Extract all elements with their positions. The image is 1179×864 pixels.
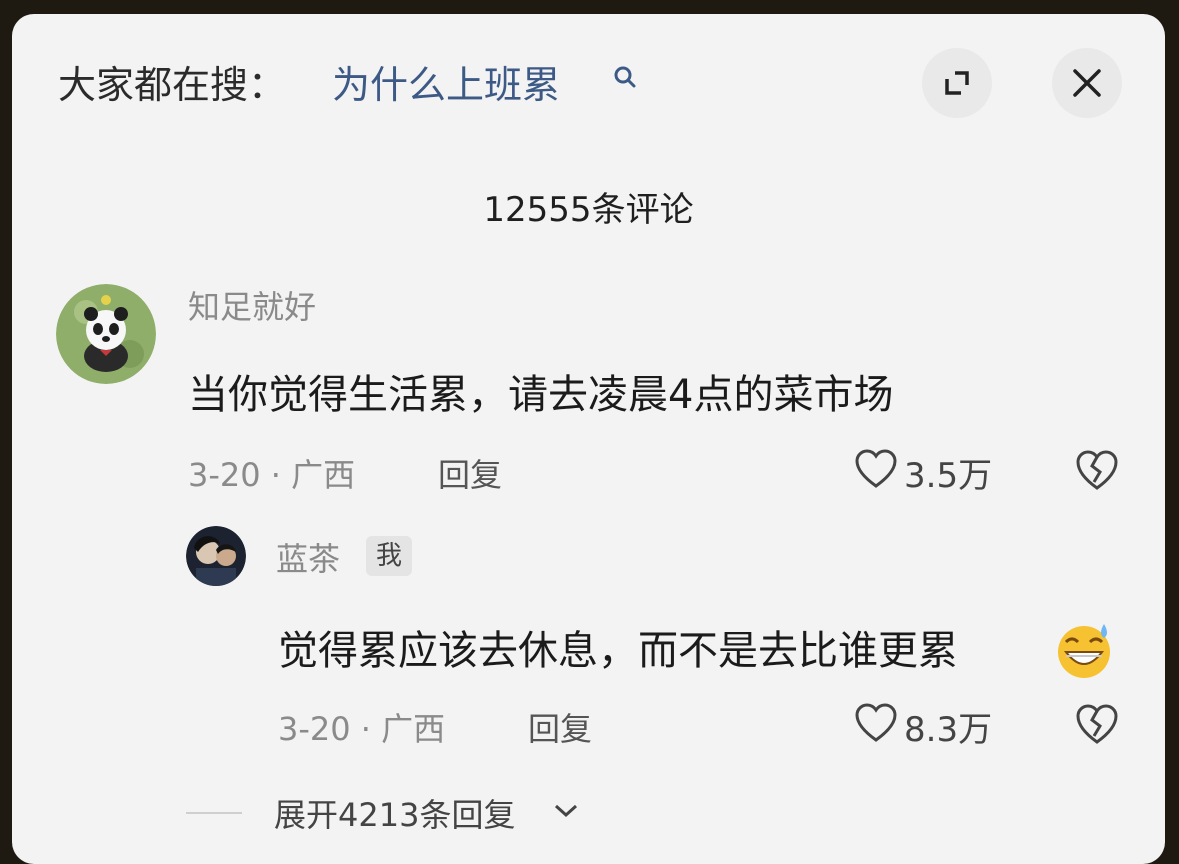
grinning-sweat-emoji — [1058, 624, 1110, 678]
search-suggestion-link[interactable]: 为什么上班累 — [332, 54, 560, 109]
search-suggestion-prefix: 大家都在搜： — [58, 63, 287, 107]
reply-text: 觉得累应该去休息，而不是去比谁更累 — [278, 628, 958, 674]
broken-heart-icon[interactable] — [1074, 702, 1120, 746]
close-icon — [1073, 69, 1101, 97]
comment-text: 当你觉得生活累，请去凌晨4点的菜市场 — [188, 372, 894, 418]
person-avatar — [186, 526, 246, 586]
broken-heart-icon[interactable] — [1074, 448, 1120, 492]
reply-button[interactable]: 回复 — [438, 450, 502, 496]
close-button[interactable] — [1052, 48, 1122, 118]
commenter-avatar[interactable] — [56, 284, 156, 384]
panel-header: 大家都在搜： 为什么上班累 — [12, 14, 1165, 134]
chevron-down-icon — [554, 804, 578, 818]
reply-like-count: 8.3万 — [904, 710, 993, 750]
reply-like-button[interactable]: 8.3万 — [854, 700, 1004, 750]
expand-replies-label: 展开4213条回复 — [274, 796, 516, 834]
reply-avatar[interactable] — [186, 526, 246, 586]
heart-icon — [855, 703, 897, 742]
expand-icon — [945, 71, 969, 95]
comment-count: 12555条评论 — [483, 190, 694, 230]
reply-to-reply-button[interactable]: 回复 — [528, 704, 592, 750]
comment-meta: 3-20 · 广西 — [188, 456, 356, 494]
expand-button[interactable] — [922, 48, 992, 118]
like-button[interactable]: 3.5万 — [854, 446, 1004, 496]
comments-panel: 大家都在搜： 为什么上班累 12555条评论 知足就好 当你觉得生活累，请去凌晨… — [12, 14, 1165, 864]
self-badge: 我 — [366, 536, 412, 576]
panda-avatar — [56, 284, 156, 384]
search-icon[interactable] — [612, 64, 638, 90]
heart-icon — [855, 449, 897, 488]
reply-username[interactable]: 蓝茶 — [276, 534, 340, 580]
reply-meta: 3-20 · 广西 — [278, 710, 446, 748]
divider-line — [186, 812, 242, 814]
commenter-username[interactable]: 知足就好 — [188, 282, 316, 328]
like-count: 3.5万 — [904, 456, 993, 496]
